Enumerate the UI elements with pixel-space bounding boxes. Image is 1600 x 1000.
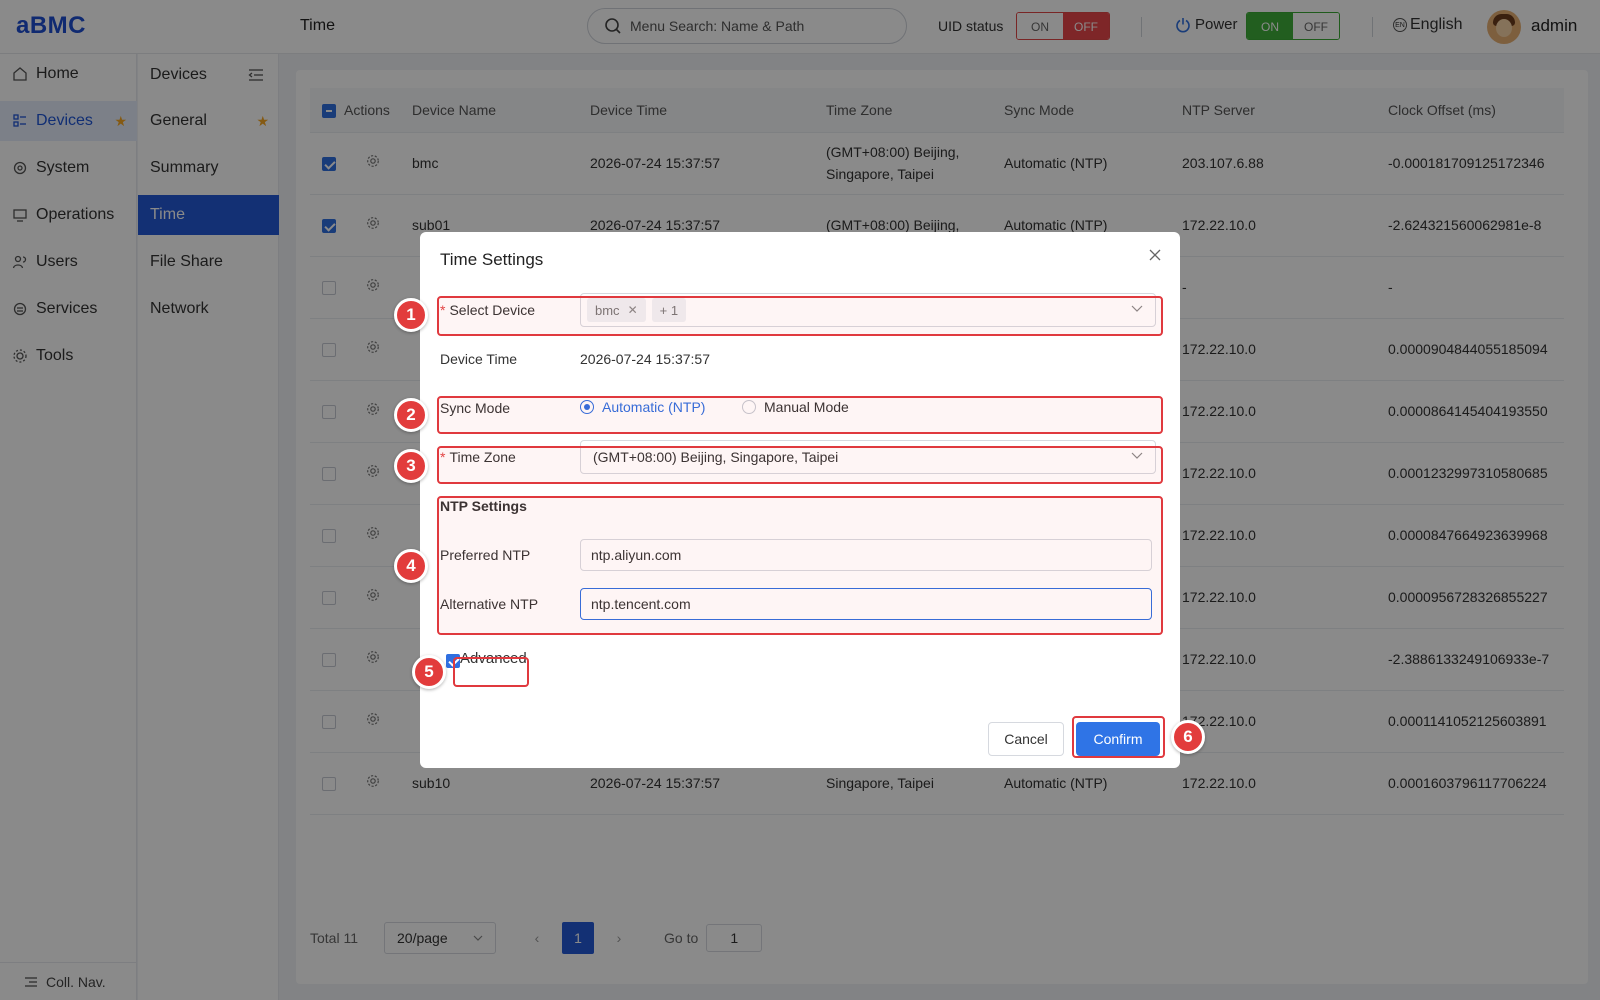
close-icon[interactable] bbox=[1148, 248, 1162, 262]
step-badge: 1 bbox=[394, 298, 428, 332]
step-badge: 6 bbox=[1171, 720, 1205, 754]
highlight-time-zone bbox=[437, 446, 1163, 484]
device-time-label: Device Time bbox=[440, 351, 518, 367]
highlight-select-device bbox=[437, 296, 1163, 336]
step-badge: 4 bbox=[394, 549, 428, 583]
highlight-confirm bbox=[1072, 716, 1165, 758]
highlight-advanced bbox=[453, 657, 529, 687]
cancel-button[interactable]: Cancel bbox=[988, 722, 1064, 756]
step-badge: 5 bbox=[412, 655, 446, 689]
step-badge: 2 bbox=[394, 398, 428, 432]
highlight-sync-mode bbox=[437, 396, 1163, 434]
device-time-value: 2026-07-24 15:37:57 bbox=[580, 351, 710, 367]
step-badge: 3 bbox=[394, 449, 428, 483]
highlight-ntp-settings bbox=[437, 496, 1163, 635]
dialog-title: Time Settings bbox=[440, 250, 544, 269]
